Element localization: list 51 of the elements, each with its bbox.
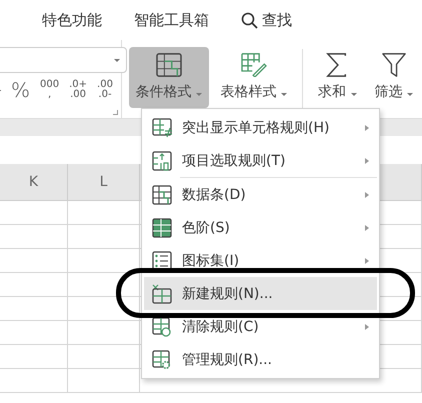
search-label[interactable]: 查找 (262, 10, 292, 30)
table-icon (152, 250, 172, 270)
number-format-button[interactable]: .0+ .00 (69, 80, 88, 100)
grid-icon (156, 53, 182, 77)
table-icon (152, 218, 172, 238)
search-icon (241, 12, 258, 28)
menu-item[interactable]: 清除规则(C) (144, 310, 377, 343)
grid-cell[interactable] (0, 249, 68, 273)
menu-item[interactable]: 数据条(D) (144, 178, 377, 211)
funnel-icon (380, 53, 407, 77)
column-header[interactable]: L (68, 164, 140, 201)
table-icon (152, 284, 172, 304)
menu-item[interactable]: 色阶(S) (144, 211, 377, 244)
grid-cell[interactable] (0, 321, 68, 345)
grid-cell[interactable] (68, 297, 140, 321)
menu-item[interactable]: 图标集(I) (144, 244, 377, 277)
grid-cell[interactable] (68, 321, 140, 345)
grid-cell[interactable] (68, 225, 140, 249)
menu-item[interactable]: 项目选取规则(T) (144, 144, 377, 177)
dialog-launcher-icon[interactable] (112, 110, 118, 115)
number-format-button[interactable]: .00 .0- (97, 80, 113, 100)
menu-item[interactable]: 新建规则(N)... (144, 277, 377, 310)
menu-tab[interactable]: 特色功能 (42, 10, 102, 30)
font-dropdown[interactable] (0, 47, 127, 73)
grid-cell[interactable] (0, 369, 68, 393)
menu-tab[interactable]: 智能工具箱 (134, 10, 209, 30)
ribbon-button[interactable]: 筛选 (368, 47, 419, 108)
grid-cell[interactable] (68, 369, 140, 393)
ribbon-button[interactable]: 条件格式 (128, 47, 209, 108)
menu-item[interactable]: 突出显示单元格规则(H) (144, 111, 377, 144)
grid-cell[interactable] (68, 201, 140, 225)
table-brush-icon (240, 53, 267, 77)
table-icon (152, 316, 172, 336)
grid-cell[interactable] (0, 345, 68, 369)
column-header[interactable]: K (0, 164, 68, 201)
ribbon-button[interactable]: 表格样式 (214, 47, 294, 108)
table-icon (152, 150, 172, 170)
grid-cell[interactable] (68, 345, 140, 369)
table-icon (152, 350, 172, 370)
grid-cell[interactable] (0, 201, 68, 225)
grid-cell[interactable] (68, 273, 140, 297)
ribbon-button[interactable]: 求和 (312, 47, 363, 108)
table-icon (152, 118, 172, 138)
number-format-button[interactable]: 000 , (40, 80, 60, 100)
table-icon (152, 184, 172, 204)
number-format-button[interactable]: % (11, 80, 30, 100)
grid-cell[interactable] (0, 273, 68, 297)
grid-cell[interactable] (0, 297, 68, 321)
menu-item[interactable]: 管理规则(R)... (144, 343, 377, 376)
grid-cell[interactable] (0, 225, 68, 249)
grid-cell[interactable] (68, 249, 140, 273)
